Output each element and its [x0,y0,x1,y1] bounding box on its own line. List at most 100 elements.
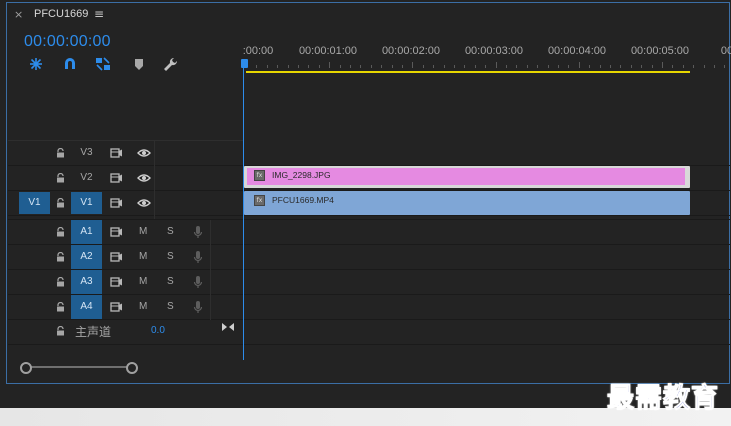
ruler-tick [329,62,330,68]
ruler-tick [464,65,465,68]
mute-button[interactable]: M [139,251,147,262]
ruler-tick [371,65,372,68]
track-target-a1[interactable]: A1 [71,220,102,244]
microphone-icon[interactable] [193,300,203,314]
ruler-tick [610,65,611,68]
go-to-end-icon[interactable] [221,322,235,332]
zoom-scroll-track[interactable] [26,366,132,368]
fx-badge: fx [254,170,265,181]
ruler-tick [693,65,694,68]
close-tab-icon[interactable]: × [14,8,23,21]
track-target-v3[interactable]: V3 [71,142,102,164]
solo-button[interactable]: S [167,251,174,262]
sync-lock-icon[interactable] [110,252,123,262]
mute-button[interactable]: M [139,226,147,237]
lock-icon[interactable] [56,252,65,262]
header-divider [8,140,243,141]
mute-button[interactable]: M [139,276,147,287]
ruler-tick [683,65,684,68]
playhead-line[interactable] [243,60,244,360]
source-patch-v1[interactable]: V1 [19,192,50,214]
lock-icon[interactable] [56,277,65,287]
eye-icon[interactable] [137,148,151,158]
linked-selection-icon[interactable] [94,56,112,72]
microphone-icon[interactable] [193,275,203,289]
ruler-tick [662,62,663,68]
ruler-tick [485,65,486,68]
ruler-time-label: 00:00:02:00 [381,45,441,57]
zoom-handle-right[interactable] [126,362,138,374]
solo-button[interactable]: S [167,226,174,237]
ruler-tick [381,65,382,68]
add-marker-icon[interactable] [130,56,148,72]
ruler-tick [620,65,621,68]
watermark-logo: 最需教育 [607,383,719,415]
fx-badge: fx [254,195,265,206]
master-volume-value[interactable]: 0.0 [151,325,165,336]
sync-lock-icon[interactable] [110,198,123,208]
lock-icon[interactable] [56,198,65,208]
sync-lock-icon[interactable] [110,173,123,183]
ruler-tick [340,65,341,68]
sync-lock-icon[interactable] [110,277,123,287]
ruler-tick [475,65,476,68]
microphone-icon[interactable] [193,250,203,264]
ruler-tick [496,62,497,68]
sync-lock-icon[interactable] [110,302,123,312]
mute-button[interactable]: M [139,301,147,312]
ruler-tick [319,65,320,68]
ruler-time-label: 00 [720,45,731,57]
sync-lock-icon[interactable] [110,227,123,237]
zoom-handle-left[interactable] [20,362,32,374]
ruler-tick [589,65,590,68]
solo-button[interactable]: S [167,301,174,312]
ruler-tick [267,65,268,68]
track-target-a3[interactable]: A3 [71,270,102,294]
header-column-divider [154,141,155,219]
timeline-settings-wrench-icon[interactable] [162,56,180,72]
playhead-handle[interactable] [241,59,248,68]
sync-lock-icon[interactable] [110,148,123,158]
ruler-tick [568,65,569,68]
track-target-v2[interactable]: V2 [71,167,102,189]
snap-magnet-icon[interactable] [61,56,79,72]
ruler-tick [631,65,632,68]
header-column-divider [210,220,211,320]
track-target-v1[interactable]: V1 [71,192,102,214]
ruler-tick [402,65,403,68]
track-divider [8,319,730,320]
lock-icon[interactable] [56,173,65,183]
ruler-tick [652,65,653,68]
solo-button[interactable]: S [167,276,174,287]
sequence-tab[interactable]: PFCU1669 [34,8,88,20]
ruler-tick [277,65,278,68]
ruler-tick [641,65,642,68]
video-clip-label: PFCU1669.MP4 [272,195,334,205]
ruler-tick [600,65,601,68]
ruler-tick [298,65,299,68]
work-area-bar[interactable] [246,71,690,73]
ruler-tick [423,65,424,68]
microphone-icon[interactable] [193,225,203,239]
ruler-time-label: 00:00:05:00 [630,45,690,57]
lock-icon[interactable] [56,227,65,237]
panel-menu-icon[interactable]: ≡ [94,7,104,21]
master-track-label: 主声道 [75,325,112,339]
ruler-tick [548,65,549,68]
track-target-a4[interactable]: A4 [71,295,102,319]
lock-icon[interactable] [56,148,65,158]
lock-icon[interactable] [56,326,65,336]
lock-icon[interactable] [56,302,65,312]
ruler-tick [527,65,528,68]
ruler-tick [516,65,517,68]
eye-icon[interactable] [137,198,151,208]
ruler-tick [537,65,538,68]
eye-icon[interactable] [137,173,151,183]
ruler-tick [360,65,361,68]
track-target-a2[interactable]: A2 [71,245,102,269]
ruler-tick [724,65,725,68]
ruler-tick [672,65,673,68]
playhead-timecode[interactable]: 00:00:00:00 [24,33,111,51]
nest-sequence-icon[interactable] [27,56,45,72]
ruler-tick [412,62,413,68]
